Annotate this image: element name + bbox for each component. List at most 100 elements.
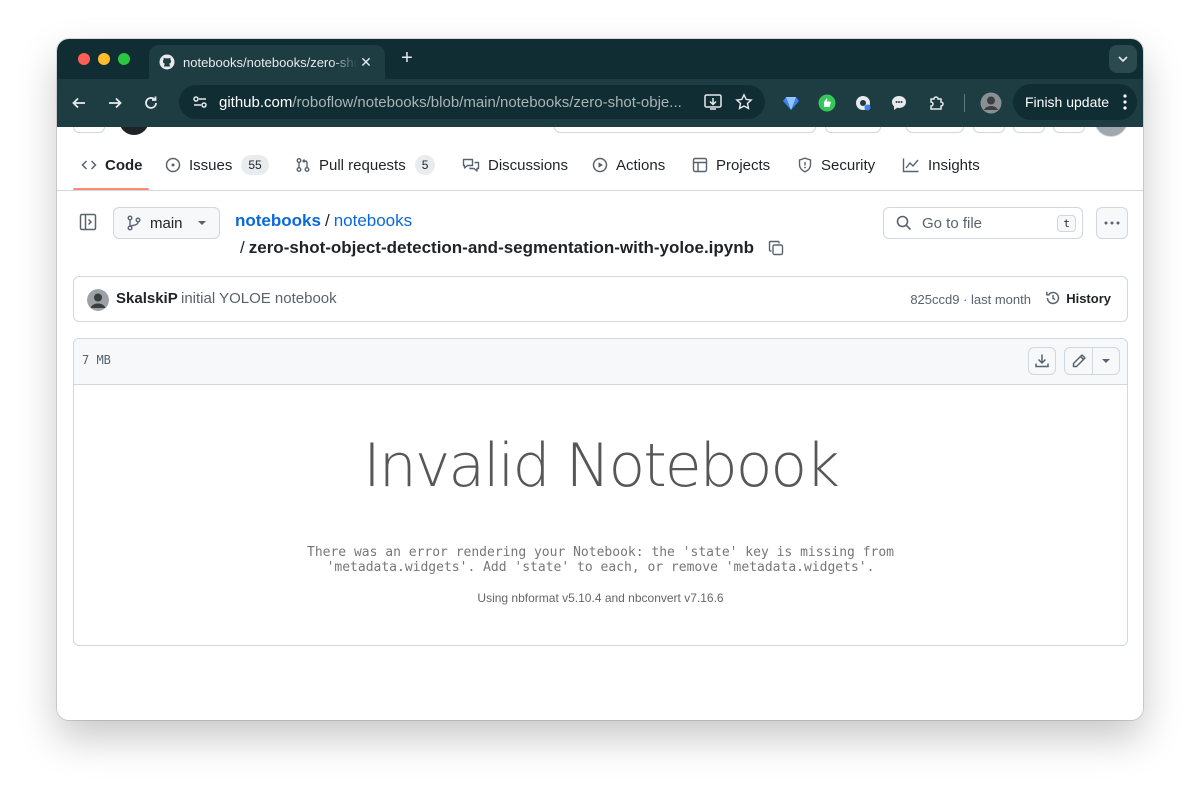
menu-button[interactable] xyxy=(73,127,105,133)
notebook-error-message: There was an error rendering your Notebo… xyxy=(74,545,1127,575)
breadcrumb-folder-link[interactable]: notebooks xyxy=(334,211,412,230)
finish-update-button[interactable]: Finish update xyxy=(1013,84,1137,120)
issues-count-badge: 55 xyxy=(241,155,269,175)
tab-issues[interactable]: Issues 55 xyxy=(165,141,269,189)
minimize-window-button[interactable] xyxy=(98,53,110,65)
edit-options-dropdown[interactable] xyxy=(1093,348,1119,374)
tab-code[interactable]: Code xyxy=(73,141,149,190)
tab-security-label: Security xyxy=(821,156,876,174)
history-link[interactable]: History xyxy=(1045,290,1111,306)
tab-actions[interactable]: Actions xyxy=(592,141,665,189)
tab-discussions[interactable]: Discussions xyxy=(462,141,568,189)
url-text: github.com/roboflow/notebooks/blob/main/… xyxy=(219,94,693,111)
finish-update-label: Finish update xyxy=(1025,94,1110,110)
filename-separator: / xyxy=(240,238,245,257)
pull-request-icon xyxy=(296,158,310,172)
user-avatar[interactable] xyxy=(1094,127,1128,137)
commit-message-link[interactable]: initial YOLOE notebook xyxy=(181,290,337,307)
back-button[interactable] xyxy=(67,91,91,115)
author-avatar[interactable] xyxy=(87,289,109,311)
diamond-extension-icon[interactable] xyxy=(779,91,803,115)
tab-close-icon[interactable]: ✕ xyxy=(357,54,375,71)
tab-code-label: Code xyxy=(105,156,143,174)
password-manager-extension-icon[interactable] xyxy=(851,91,875,115)
edit-file-button[interactable] xyxy=(1065,348,1094,374)
issue-icon xyxy=(165,157,181,173)
file-viewer: 7 MB Invalid Notebook There was an error… xyxy=(73,338,1128,646)
tab-insights[interactable]: Insights xyxy=(902,141,980,189)
code-icon xyxy=(81,160,97,170)
github-logo-icon[interactable] xyxy=(119,127,149,135)
chat-extension-icon[interactable] xyxy=(887,91,911,115)
browser-tab[interactable]: notebooks/notebooks/zero-shot-object-det… xyxy=(149,45,385,79)
tab-actions-label: Actions xyxy=(616,156,666,174)
pull-requests-button[interactable] xyxy=(1013,127,1045,133)
chevron-down-icon xyxy=(1118,56,1128,63)
discussion-icon xyxy=(462,158,480,172)
file-size: 7 MB xyxy=(82,353,111,367)
graph-icon xyxy=(902,158,919,173)
go-to-file-input[interactable]: Go to file t xyxy=(883,207,1083,239)
github-icon xyxy=(159,54,175,70)
edit-button-group xyxy=(1064,347,1120,375)
close-window-button[interactable] xyxy=(78,53,90,65)
reload-button[interactable] xyxy=(139,91,163,115)
kebab-menu-icon[interactable] xyxy=(1123,84,1127,120)
table-icon xyxy=(692,157,708,173)
go-to-file-placeholder: Go to file xyxy=(922,214,983,232)
url-host: github.com xyxy=(219,93,293,111)
thumbs-up-extension-icon[interactable] xyxy=(815,91,839,115)
tab-projects-label: Projects xyxy=(716,156,771,174)
profile-avatar[interactable] xyxy=(979,91,1003,115)
branch-selector-button[interactable]: main xyxy=(113,207,220,239)
bookmark-star-icon[interactable] xyxy=(735,93,753,111)
caret-down-icon xyxy=(197,221,206,225)
arrow-right-icon xyxy=(109,97,122,109)
tab-search-button[interactable] xyxy=(1109,45,1137,73)
search-icon xyxy=(896,215,912,231)
more-options-button[interactable] xyxy=(1096,207,1128,239)
notebook-error-title: Invalid Notebook xyxy=(363,431,840,501)
git-branch-icon xyxy=(127,215,141,231)
sidebar-expand-icon xyxy=(79,213,97,231)
issues-button[interactable] xyxy=(973,127,1005,133)
sidebar-toggle-button[interactable] xyxy=(79,213,99,233)
tab-insights-label: Insights xyxy=(928,156,980,174)
file-name: zero-shot-object-detection-and-segmentat… xyxy=(248,238,755,257)
download-raw-button[interactable] xyxy=(1028,347,1056,375)
create-new-button[interactable] xyxy=(906,127,964,133)
address-bar[interactable]: github.com/roboflow/notebooks/blob/main/… xyxy=(179,85,765,119)
tab-security[interactable]: Security xyxy=(797,141,875,189)
repo-nav: Code Issues 55 Pull requests 5 Discussio… xyxy=(57,141,1143,191)
search-button[interactable] xyxy=(554,127,816,133)
commit-author-link[interactable]: SkalskiP xyxy=(116,290,178,307)
caret-down-icon xyxy=(1102,359,1111,363)
nbformat-version-info: Using nbformat v5.10.4 and nbconvert v7.… xyxy=(477,591,724,605)
install-app-icon[interactable] xyxy=(703,93,723,111)
global-header-partial xyxy=(57,127,1143,137)
history-icon xyxy=(1046,291,1060,305)
breadcrumb-repo-link[interactable]: notebooks xyxy=(235,211,321,230)
tab-pull-requests[interactable]: Pull requests 5 xyxy=(295,141,436,189)
copilot-button[interactable] xyxy=(825,127,881,133)
filename-row: / zero-shot-object-detection-and-segment… xyxy=(240,235,784,261)
tab-projects[interactable]: Projects xyxy=(692,141,770,189)
page-content: Code Issues 55 Pull requests 5 Discussio… xyxy=(57,127,1143,720)
toolbar-divider xyxy=(952,91,976,115)
new-tab-button[interactable]: + xyxy=(395,47,419,71)
copy-path-icon[interactable] xyxy=(768,240,784,256)
url-path: /roboflow/notebooks/blob/main/notebooks/… xyxy=(292,93,682,111)
notifications-button[interactable] xyxy=(1053,127,1085,133)
download-icon xyxy=(1035,354,1049,368)
zoom-window-button[interactable] xyxy=(118,53,130,65)
play-icon xyxy=(592,157,608,173)
site-settings-icon[interactable] xyxy=(191,93,209,111)
commit-meta[interactable]: 825ccd9 · last month xyxy=(910,292,1031,307)
tab-pull-requests-label: Pull requests xyxy=(319,156,406,174)
forward-button[interactable] xyxy=(103,91,127,115)
pencil-icon xyxy=(1072,354,1086,368)
browser-toolbar: github.com/roboflow/notebooks/blob/main/… xyxy=(57,79,1143,127)
extensions-puzzle-icon[interactable] xyxy=(925,91,949,115)
tab-issues-label: Issues xyxy=(189,156,233,174)
notebook-error-line-2: 'metadata.widgets'. Add 'state' to each,… xyxy=(326,560,875,575)
